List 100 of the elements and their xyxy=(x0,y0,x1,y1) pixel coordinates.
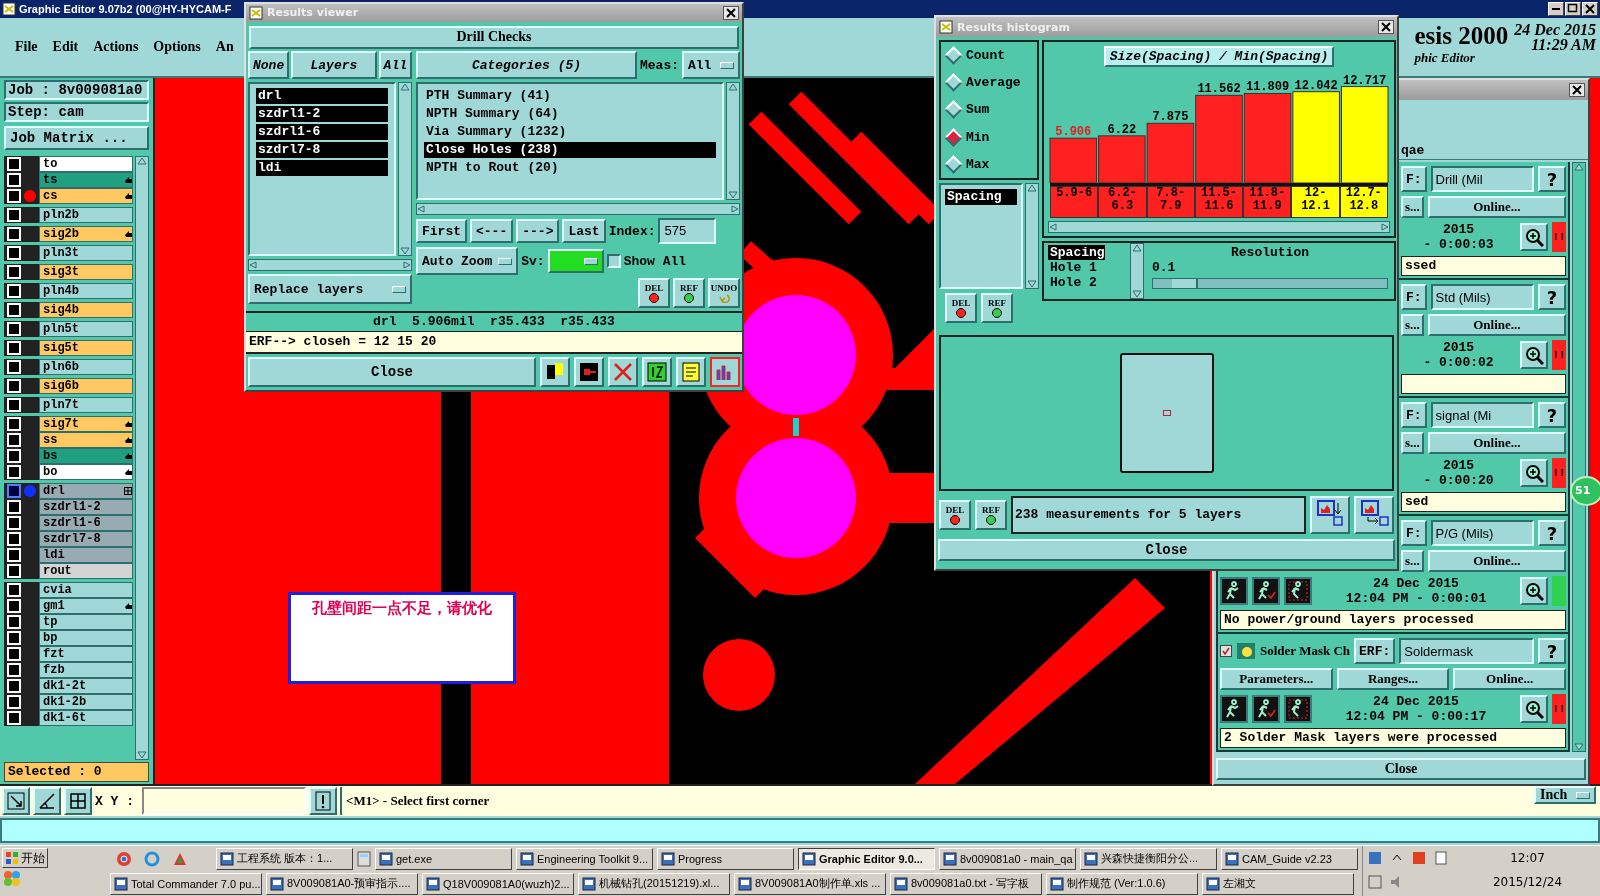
layer-list-item[interactable]: ldi xyxy=(256,160,388,176)
scrollbar[interactable] xyxy=(398,82,412,256)
help-button[interactable]: ? xyxy=(1538,520,1566,546)
categories-button[interactable]: Categories (5) xyxy=(416,51,637,79)
export-button[interactable] xyxy=(1310,496,1350,534)
import-button[interactable] xyxy=(1354,496,1394,534)
check-action-button[interactable]: Ranges... xyxy=(1336,668,1450,690)
close-button[interactable]: Close xyxy=(938,539,1395,561)
taskbar-button[interactable]: 工程系统 版本：1... xyxy=(216,847,353,870)
layer-name[interactable]: sig7t xyxy=(39,416,133,432)
maximize-button[interactable] xyxy=(1565,2,1581,16)
layer-name[interactable]: pln5t xyxy=(39,321,133,337)
start-button[interactable]: 开始 xyxy=(2,848,48,868)
layer-name[interactable]: fzb xyxy=(39,662,133,678)
taskbar-button[interactable]: 兴森快捷衡阳分公... xyxy=(1080,847,1217,870)
taskbar-button[interactable]: CAM_Guide v2.23 xyxy=(1221,847,1358,870)
menu-item[interactable]: File xyxy=(14,37,39,57)
taskbar-button[interactable]: Total Commander 7.0 pu... xyxy=(110,872,262,895)
check-action-button[interactable]: s... xyxy=(1401,432,1424,454)
scrollbar[interactable] xyxy=(1130,243,1144,299)
resolution-slider[interactable] xyxy=(1152,278,1388,289)
taskbar-button[interactable]: Graphic Editor 9.0... xyxy=(798,847,935,870)
help-button[interactable]: ? xyxy=(1538,166,1566,192)
menu-item[interactable]: Edit xyxy=(51,37,80,57)
scrollbar[interactable] xyxy=(1048,221,1390,233)
color-dropdown[interactable] xyxy=(547,249,604,273)
scrollbar[interactable] xyxy=(416,203,740,215)
check-action-button[interactable]: s... xyxy=(1401,550,1424,572)
attribute-list-item[interactable]: Spacing xyxy=(1048,245,1105,260)
del-marker-button[interactable]: DEL xyxy=(638,278,670,308)
layer-name[interactable]: sig4b xyxy=(39,302,133,318)
layer-name[interactable]: ts xyxy=(39,172,133,188)
menu-item[interactable]: Actions xyxy=(92,37,140,57)
layer-name[interactable]: szdrl7-8 xyxy=(39,531,133,547)
navigation-button[interactable]: <--- xyxy=(470,219,514,243)
erf-button[interactable]: F: xyxy=(1401,402,1427,428)
zoom-fit-button[interactable] xyxy=(2,787,30,815)
layer-name[interactable]: sig3t xyxy=(39,264,133,280)
index-field[interactable]: 575 xyxy=(658,218,717,244)
measure-button[interactable] xyxy=(33,787,61,815)
help-button[interactable]: ? xyxy=(1538,284,1566,310)
layer-name[interactable]: pln6b xyxy=(39,359,133,375)
run-button[interactable] xyxy=(1284,695,1312,723)
taskbar-button[interactable]: get.exe xyxy=(375,847,512,870)
units-dropdown[interactable]: Inch xyxy=(1534,786,1596,804)
taskbar-button[interactable]: 制作规范 (Ver:1.0.6) xyxy=(1046,872,1198,895)
layer-name[interactable]: gm1 xyxy=(39,598,133,614)
measure-list-item[interactable]: Spacing xyxy=(945,189,1017,205)
grid-button[interactable] xyxy=(64,787,92,815)
layer-name[interactable]: sig6b xyxy=(39,378,133,394)
close-button[interactable] xyxy=(1569,83,1585,97)
check-action-button[interactable]: s... xyxy=(1401,196,1424,218)
scrollbar[interactable] xyxy=(248,259,412,271)
erf-field[interactable]: signal (Mi xyxy=(1430,402,1534,428)
taskbar-button[interactable]: 8v009081a0 - main_qa xyxy=(939,847,1076,870)
category-list-item[interactable]: NPTH Summary (64) xyxy=(424,106,716,122)
layer-name[interactable]: to xyxy=(39,156,133,172)
coordinates-field[interactable] xyxy=(142,787,306,815)
run-button[interactable] xyxy=(1252,577,1280,605)
menu-item[interactable]: An xyxy=(214,37,235,57)
layer-name[interactable]: rout xyxy=(39,563,133,579)
replace-layers-dropdown[interactable]: Replace layers xyxy=(248,274,412,304)
erf-button[interactable]: F: xyxy=(1401,284,1427,310)
layer-filter-button[interactable]: All xyxy=(378,51,412,79)
undo-marker-button[interactable]: UNDO xyxy=(708,278,740,308)
ref-marker-button[interactable]: REF xyxy=(673,278,705,308)
layer-name[interactable]: ldi xyxy=(39,547,133,563)
function-radio[interactable]: Average xyxy=(947,75,1021,91)
ref-marker-button[interactable]: REF xyxy=(975,500,1007,530)
taskbar-button[interactable]: 8V009081A0制作单.xls ... xyxy=(734,872,886,895)
show-all-checkbox[interactable] xyxy=(606,254,621,268)
close-button[interactable]: Close xyxy=(248,357,536,387)
layer-filter-button[interactable]: None xyxy=(248,51,290,79)
taskbar-button[interactable]: Q18V009081A0(wuzh)2... xyxy=(422,872,574,895)
erf-button[interactable]: F: xyxy=(1401,166,1427,192)
check-action-button[interactable]: Online... xyxy=(1427,314,1566,336)
close-button[interactable]: Close xyxy=(1216,758,1586,780)
layer-checkbox[interactable] xyxy=(7,484,21,498)
check-action-button[interactable]: Online... xyxy=(1427,196,1566,218)
erf-button[interactable]: F: xyxy=(1401,520,1427,546)
del-marker-button[interactable]: DEL xyxy=(945,293,977,323)
check-checkbox[interactable] xyxy=(1220,645,1232,657)
layer-list-item[interactable]: szdrl1-6 xyxy=(256,124,388,140)
zoom-mode-dropdown[interactable]: Auto Zoom xyxy=(416,247,519,275)
check-action-button[interactable]: Online... xyxy=(1453,668,1566,690)
layer-name[interactable]: ss xyxy=(39,432,133,448)
help-button[interactable]: ? xyxy=(1538,402,1566,428)
help-button[interactable]: ? xyxy=(1538,638,1566,664)
layer-name[interactable]: cs xyxy=(39,188,133,204)
layer-name[interactable]: pln7t xyxy=(39,397,133,413)
layer-list-item[interactable]: szdrl7-8 xyxy=(256,142,388,158)
navigation-button[interactable]: First xyxy=(416,219,467,243)
erf-field[interactable]: Soldermask xyxy=(1399,638,1534,664)
menu-item[interactable]: Options xyxy=(152,37,202,57)
category-list-item[interactable]: PTH Summary (41) xyxy=(424,88,716,104)
check-action-button[interactable]: Parameters... xyxy=(1220,668,1333,690)
zoom-button[interactable] xyxy=(1520,577,1548,605)
taskbar-button[interactable]: Progress xyxy=(657,847,794,870)
erf-field[interactable]: Std (Mils) xyxy=(1430,284,1534,310)
ref-marker-button[interactable]: REF xyxy=(981,293,1013,323)
